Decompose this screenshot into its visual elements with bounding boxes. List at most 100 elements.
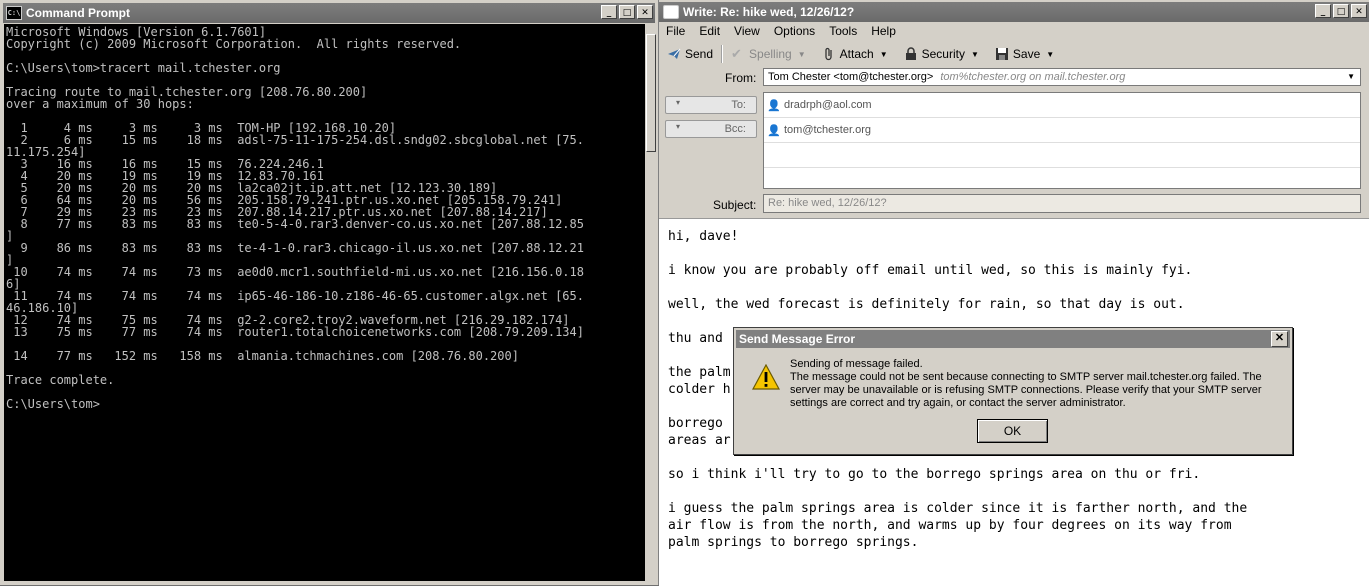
body-line: areas ar xyxy=(668,433,731,448)
dialog-title: Send Message Error xyxy=(739,332,856,346)
dialog-message-line1: Sending of message failed. xyxy=(790,358,923,370)
recipient-row-bcc[interactable]: 👤 tom@tchester.org xyxy=(764,118,1360,143)
lock-icon xyxy=(905,47,916,60)
spelling-button[interactable]: ✔ Spelling ▼ xyxy=(723,43,814,65)
menu-file[interactable]: File xyxy=(659,22,692,40)
console-line: C:\Users\tom>tracert mail.tchester.org xyxy=(6,61,281,75)
chevron-down-icon: ▼ xyxy=(879,49,888,59)
menu-help[interactable]: Help xyxy=(864,22,903,40)
from-select[interactable]: Tom Chester <tom@tchester.org> tom%tches… xyxy=(763,68,1361,86)
from-account-note: tom%tchester.org on mail.tchester.org xyxy=(940,71,1126,83)
compose-app-icon xyxy=(663,5,679,19)
menu-view[interactable]: View xyxy=(727,22,767,40)
chevron-down-icon: ▾ xyxy=(676,122,681,131)
body-line: thu and xyxy=(668,331,723,346)
recipient-row-empty[interactable] xyxy=(764,143,1360,168)
compose-toolbar: Send ✔ Spelling ▼ Attach ▼ Security ▼ Sa… xyxy=(659,42,1369,66)
contact-icon: 👤 xyxy=(767,124,781,137)
from-value: Tom Chester <tom@tchester.org> xyxy=(768,71,934,83)
send-button[interactable]: Send xyxy=(659,43,721,65)
console-line: 11 74 ms 74 ms 74 ms ip65-46-186-10.z186… xyxy=(6,289,584,303)
save-button[interactable]: Save ▼ xyxy=(987,43,1062,65)
security-label: Security xyxy=(921,47,965,61)
attach-label: Attach xyxy=(839,47,874,61)
body-line: i know you are probably off email until … xyxy=(668,263,1193,278)
chevron-down-icon: ▼ xyxy=(1347,72,1355,81)
attach-button[interactable]: Attach ▼ xyxy=(814,43,896,65)
command-prompt-window: C:\ Command Prompt _ □ ✕ Microsoft Windo… xyxy=(0,0,659,585)
menu-edit[interactable]: Edit xyxy=(692,22,727,40)
chevron-down-icon: ▼ xyxy=(970,49,979,59)
chevron-down-icon: ▼ xyxy=(1046,49,1055,59)
console-line: 13 75 ms 77 ms 74 ms router1.totalchoice… xyxy=(6,325,584,339)
body-line: hi, dave! xyxy=(668,229,739,244)
floppy-disk-icon xyxy=(995,48,1008,60)
compose-window-controls: _ □ ✕ xyxy=(1315,4,1367,18)
cmd-title: Command Prompt xyxy=(26,6,131,20)
bcc-label: Bcc: xyxy=(724,123,746,135)
dialog-titlebar[interactable]: Send Message Error ✕ xyxy=(736,330,1290,348)
body-line: well, the wed forecast is definitely for… xyxy=(668,297,1185,312)
body-line: so i think i'll try to go to the borrego… xyxy=(668,467,1201,482)
warning-icon xyxy=(752,364,780,390)
cmd-titlebar[interactable]: C:\ Command Prompt _ □ ✕ xyxy=(3,3,655,23)
maximize-button[interactable]: □ xyxy=(1333,4,1349,18)
minimize-button[interactable]: _ xyxy=(601,5,617,19)
recipient-row-to[interactable]: 👤 dradrph@aol.com xyxy=(764,93,1360,118)
chevron-down-icon: ▾ xyxy=(676,98,681,107)
subject-value: Re: hike wed, 12/26/12? xyxy=(768,197,887,209)
dialog-message: Sending of message failed. The message c… xyxy=(790,358,1270,410)
to-type-button[interactable]: ▾ To: xyxy=(665,96,757,114)
menu-bar: File Edit View Options Tools Help xyxy=(659,22,1369,40)
console-line: 9 86 ms 83 ms 83 ms te-4-1-0.rar3.chicag… xyxy=(6,241,584,255)
chevron-down-icon: ▼ xyxy=(797,49,806,59)
cmd-scrollbar[interactable] xyxy=(646,24,656,581)
message-header: From: Tom Chester <tom@tchester.org> tom… xyxy=(659,66,1369,216)
console-line: Trace complete. xyxy=(6,373,115,387)
spellcheck-icon: ✔ xyxy=(731,46,742,61)
security-button[interactable]: Security ▼ xyxy=(896,43,987,65)
recipient-list: 👤 dradrph@aol.com 👤 tom@tchester.org xyxy=(763,92,1361,189)
body-line: palm springs to borrego springs. xyxy=(668,535,919,550)
compose-title: Write: Re: hike wed, 12/26/12? xyxy=(683,5,855,19)
console-line: 8 77 ms 83 ms 83 ms te0-5-4-0.rar3.denve… xyxy=(6,217,584,231)
send-label: Send xyxy=(685,47,714,61)
console-line: 2 6 ms 15 ms 18 ms adsl-75-11-175-254.ds… xyxy=(6,133,584,147)
console-line: over a maximum of 30 hops: xyxy=(6,97,194,111)
send-error-dialog: Send Message Error ✕ Sending of message … xyxy=(733,327,1293,455)
bcc-type-button[interactable]: ▾ Bcc: xyxy=(665,120,757,138)
dialog-message-line2: The message could not be sent because co… xyxy=(790,371,1262,409)
body-line: air flow is from the north, and warms up… xyxy=(668,518,1232,533)
body-line: the palm xyxy=(668,365,731,380)
body-line: borrego xyxy=(668,416,723,431)
send-icon xyxy=(668,48,681,59)
compose-window: Write: Re: hike wed, 12/26/12? _ □ ✕ Fil… xyxy=(659,0,1369,586)
subject-label: Subject: xyxy=(713,198,757,212)
body-line: i guess the palm springs area is colder … xyxy=(668,501,1248,516)
scrollbar-thumb[interactable] xyxy=(646,34,656,152)
minimize-button[interactable]: _ xyxy=(1315,4,1331,18)
console-line: Copyright (c) 2009 Microsoft Corporation… xyxy=(6,37,462,51)
recipient-row-empty[interactable] xyxy=(764,168,1360,192)
console-output[interactable]: Microsoft Windows [Version 6.1.7601] Copy… xyxy=(4,24,645,581)
from-label: From: xyxy=(725,71,757,85)
spelling-label: Spelling xyxy=(749,47,792,61)
body-line: colder h xyxy=(668,382,731,397)
menu-options[interactable]: Options xyxy=(767,22,822,40)
menu-tools[interactable]: Tools xyxy=(822,22,864,40)
subject-field[interactable]: Re: hike wed, 12/26/12? xyxy=(763,194,1361,213)
ok-button[interactable]: OK xyxy=(977,419,1048,443)
save-label: Save xyxy=(1012,47,1041,61)
console-line: 14 77 ms 152 ms 158 ms almania.tchmachin… xyxy=(6,349,519,363)
maximize-button[interactable]: □ xyxy=(619,5,635,19)
cmd-app-icon: C:\ xyxy=(6,6,22,20)
contact-icon: 👤 xyxy=(767,99,781,112)
close-button[interactable]: ✕ xyxy=(1351,4,1367,18)
to-address: dradrph@aol.com xyxy=(784,99,872,111)
paperclip-icon xyxy=(825,47,832,61)
console-line: C:\Users\tom> xyxy=(6,397,100,411)
close-icon[interactable]: ✕ xyxy=(1271,331,1288,347)
compose-titlebar[interactable]: Write: Re: hike wed, 12/26/12? _ □ ✕ xyxy=(659,2,1369,22)
close-button[interactable]: ✕ xyxy=(637,5,653,19)
